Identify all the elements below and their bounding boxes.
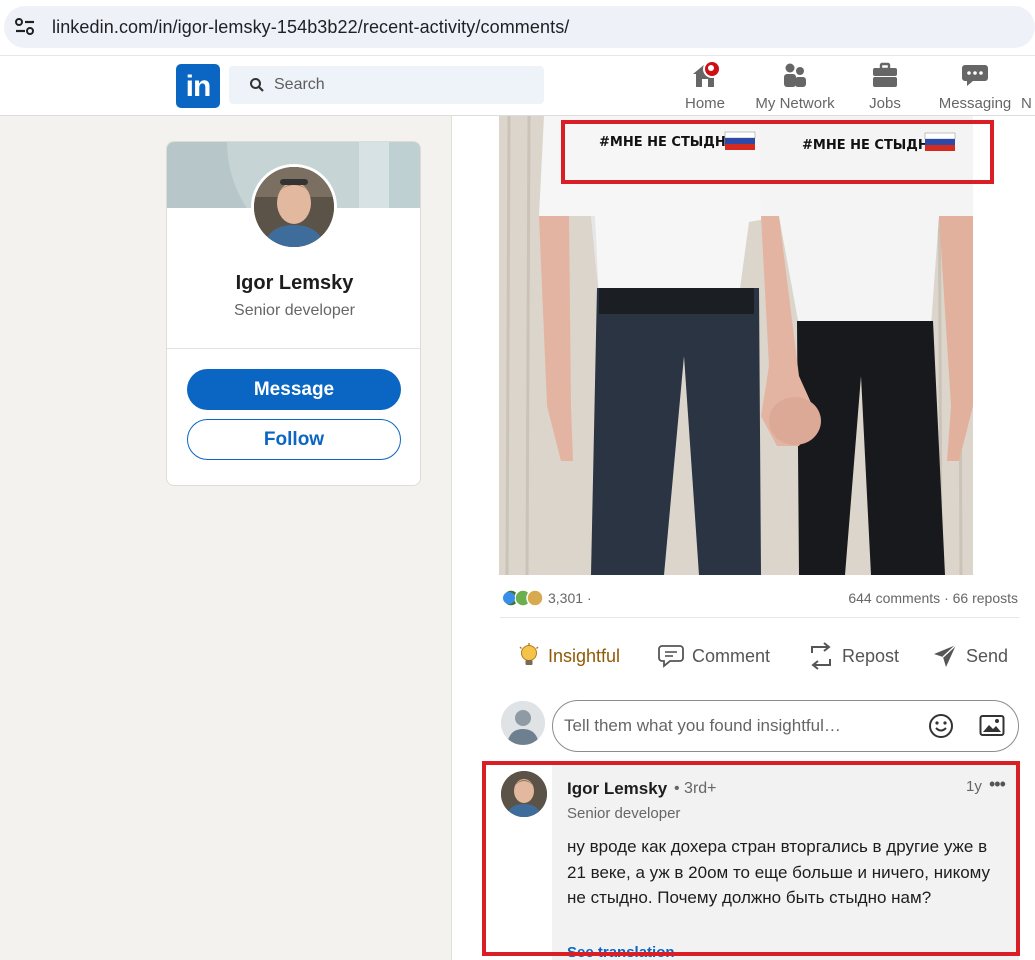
follow-button[interactable]: Follow xyxy=(187,419,401,460)
message-button[interactable]: Message xyxy=(187,369,401,410)
emoji-icon[interactable] xyxy=(928,713,954,739)
post-image[interactable]: #МНЕ НЕ СТЫДНО #МНЕ НЕ СТЫДНО xyxy=(499,116,973,575)
notification-badge xyxy=(703,60,721,78)
url-box[interactable]: linkedin.com/in/igor-lemsky-154b3b22/rec… xyxy=(4,6,1035,48)
divider xyxy=(500,617,1019,618)
lightbulb-icon xyxy=(519,643,539,665)
send-label: Send xyxy=(966,645,1009,666)
browser-address-bar: linkedin.com/in/igor-lemsky-154b3b22/rec… xyxy=(0,0,1035,55)
comment-icon xyxy=(658,645,684,668)
search-box[interactable] xyxy=(229,66,544,104)
post-actions: Insightful Comment Repost Send xyxy=(500,634,1020,678)
nav-my-network[interactable]: My Network xyxy=(751,60,839,114)
nav-my-network-label: My Network xyxy=(755,95,835,112)
network-icon xyxy=(784,63,806,87)
notifications-icon xyxy=(1021,60,1035,90)
nav-home[interactable]: Home xyxy=(680,60,730,114)
social-counts: 3,301 · 644 comments · 66 reposts xyxy=(502,588,1020,610)
profile-headline: Senior developer xyxy=(234,302,355,319)
profile-name: Igor Lemsky xyxy=(235,272,354,294)
site-settings-icon[interactable] xyxy=(14,17,36,37)
comment-label: Comment xyxy=(692,645,771,666)
comment-input[interactable] xyxy=(564,715,914,737)
linkedin-navbar: in Home My Network Jobs xyxy=(0,55,1035,116)
linkedin-logo[interactable]: in xyxy=(176,64,220,108)
reactions-icons[interactable] xyxy=(502,589,547,607)
repost-icon xyxy=(811,642,831,670)
comments-reposts-count[interactable]: 644 comments · 66 reposts xyxy=(848,590,1018,606)
nav-messaging-label: Messaging xyxy=(938,95,1012,112)
nav-notifications-label: N xyxy=(1021,95,1032,112)
send-icon xyxy=(934,644,957,667)
nav-notifications[interactable]: N xyxy=(1021,60,1035,114)
post-photo: #МНЕ НЕ СТЫДНО #МНЕ НЕ СТЫДНО xyxy=(499,116,973,575)
image-icon[interactable] xyxy=(979,714,1005,738)
insightful-label: Insightful xyxy=(548,645,621,666)
insightful-button[interactable]: Insightful xyxy=(518,634,620,678)
search-icon xyxy=(250,78,264,92)
avatar-photo xyxy=(254,167,334,247)
default-avatar-icon xyxy=(501,701,545,745)
url-text[interactable]: linkedin.com/in/igor-lemsky-154b3b22/rec… xyxy=(52,17,569,38)
comment-box[interactable] xyxy=(552,700,1019,752)
my-avatar[interactable] xyxy=(501,701,545,745)
briefcase-icon xyxy=(873,62,897,87)
nav-home-label: Home xyxy=(684,95,725,112)
profile-card: Igor Lemsky Senior developer Message Fol… xyxy=(166,141,421,486)
send-button[interactable]: Send xyxy=(932,634,1008,678)
repost-button[interactable]: Repost xyxy=(808,634,899,678)
profile-avatar[interactable] xyxy=(251,164,337,250)
comment-button[interactable]: Comment xyxy=(658,634,770,678)
highlight-box-shirt-text xyxy=(561,120,994,184)
reaction-count[interactable]: 3,301 · xyxy=(548,590,592,606)
insightful-icon xyxy=(526,589,544,607)
highlight-box-comment xyxy=(482,761,1020,956)
divider xyxy=(167,348,420,349)
nav-messaging[interactable]: Messaging xyxy=(937,60,1013,114)
repost-label: Repost xyxy=(842,645,900,666)
messaging-icon xyxy=(962,65,988,86)
search-input[interactable] xyxy=(274,74,524,96)
nav-jobs-label: Jobs xyxy=(869,95,901,112)
nav-jobs[interactable]: Jobs xyxy=(862,60,908,114)
